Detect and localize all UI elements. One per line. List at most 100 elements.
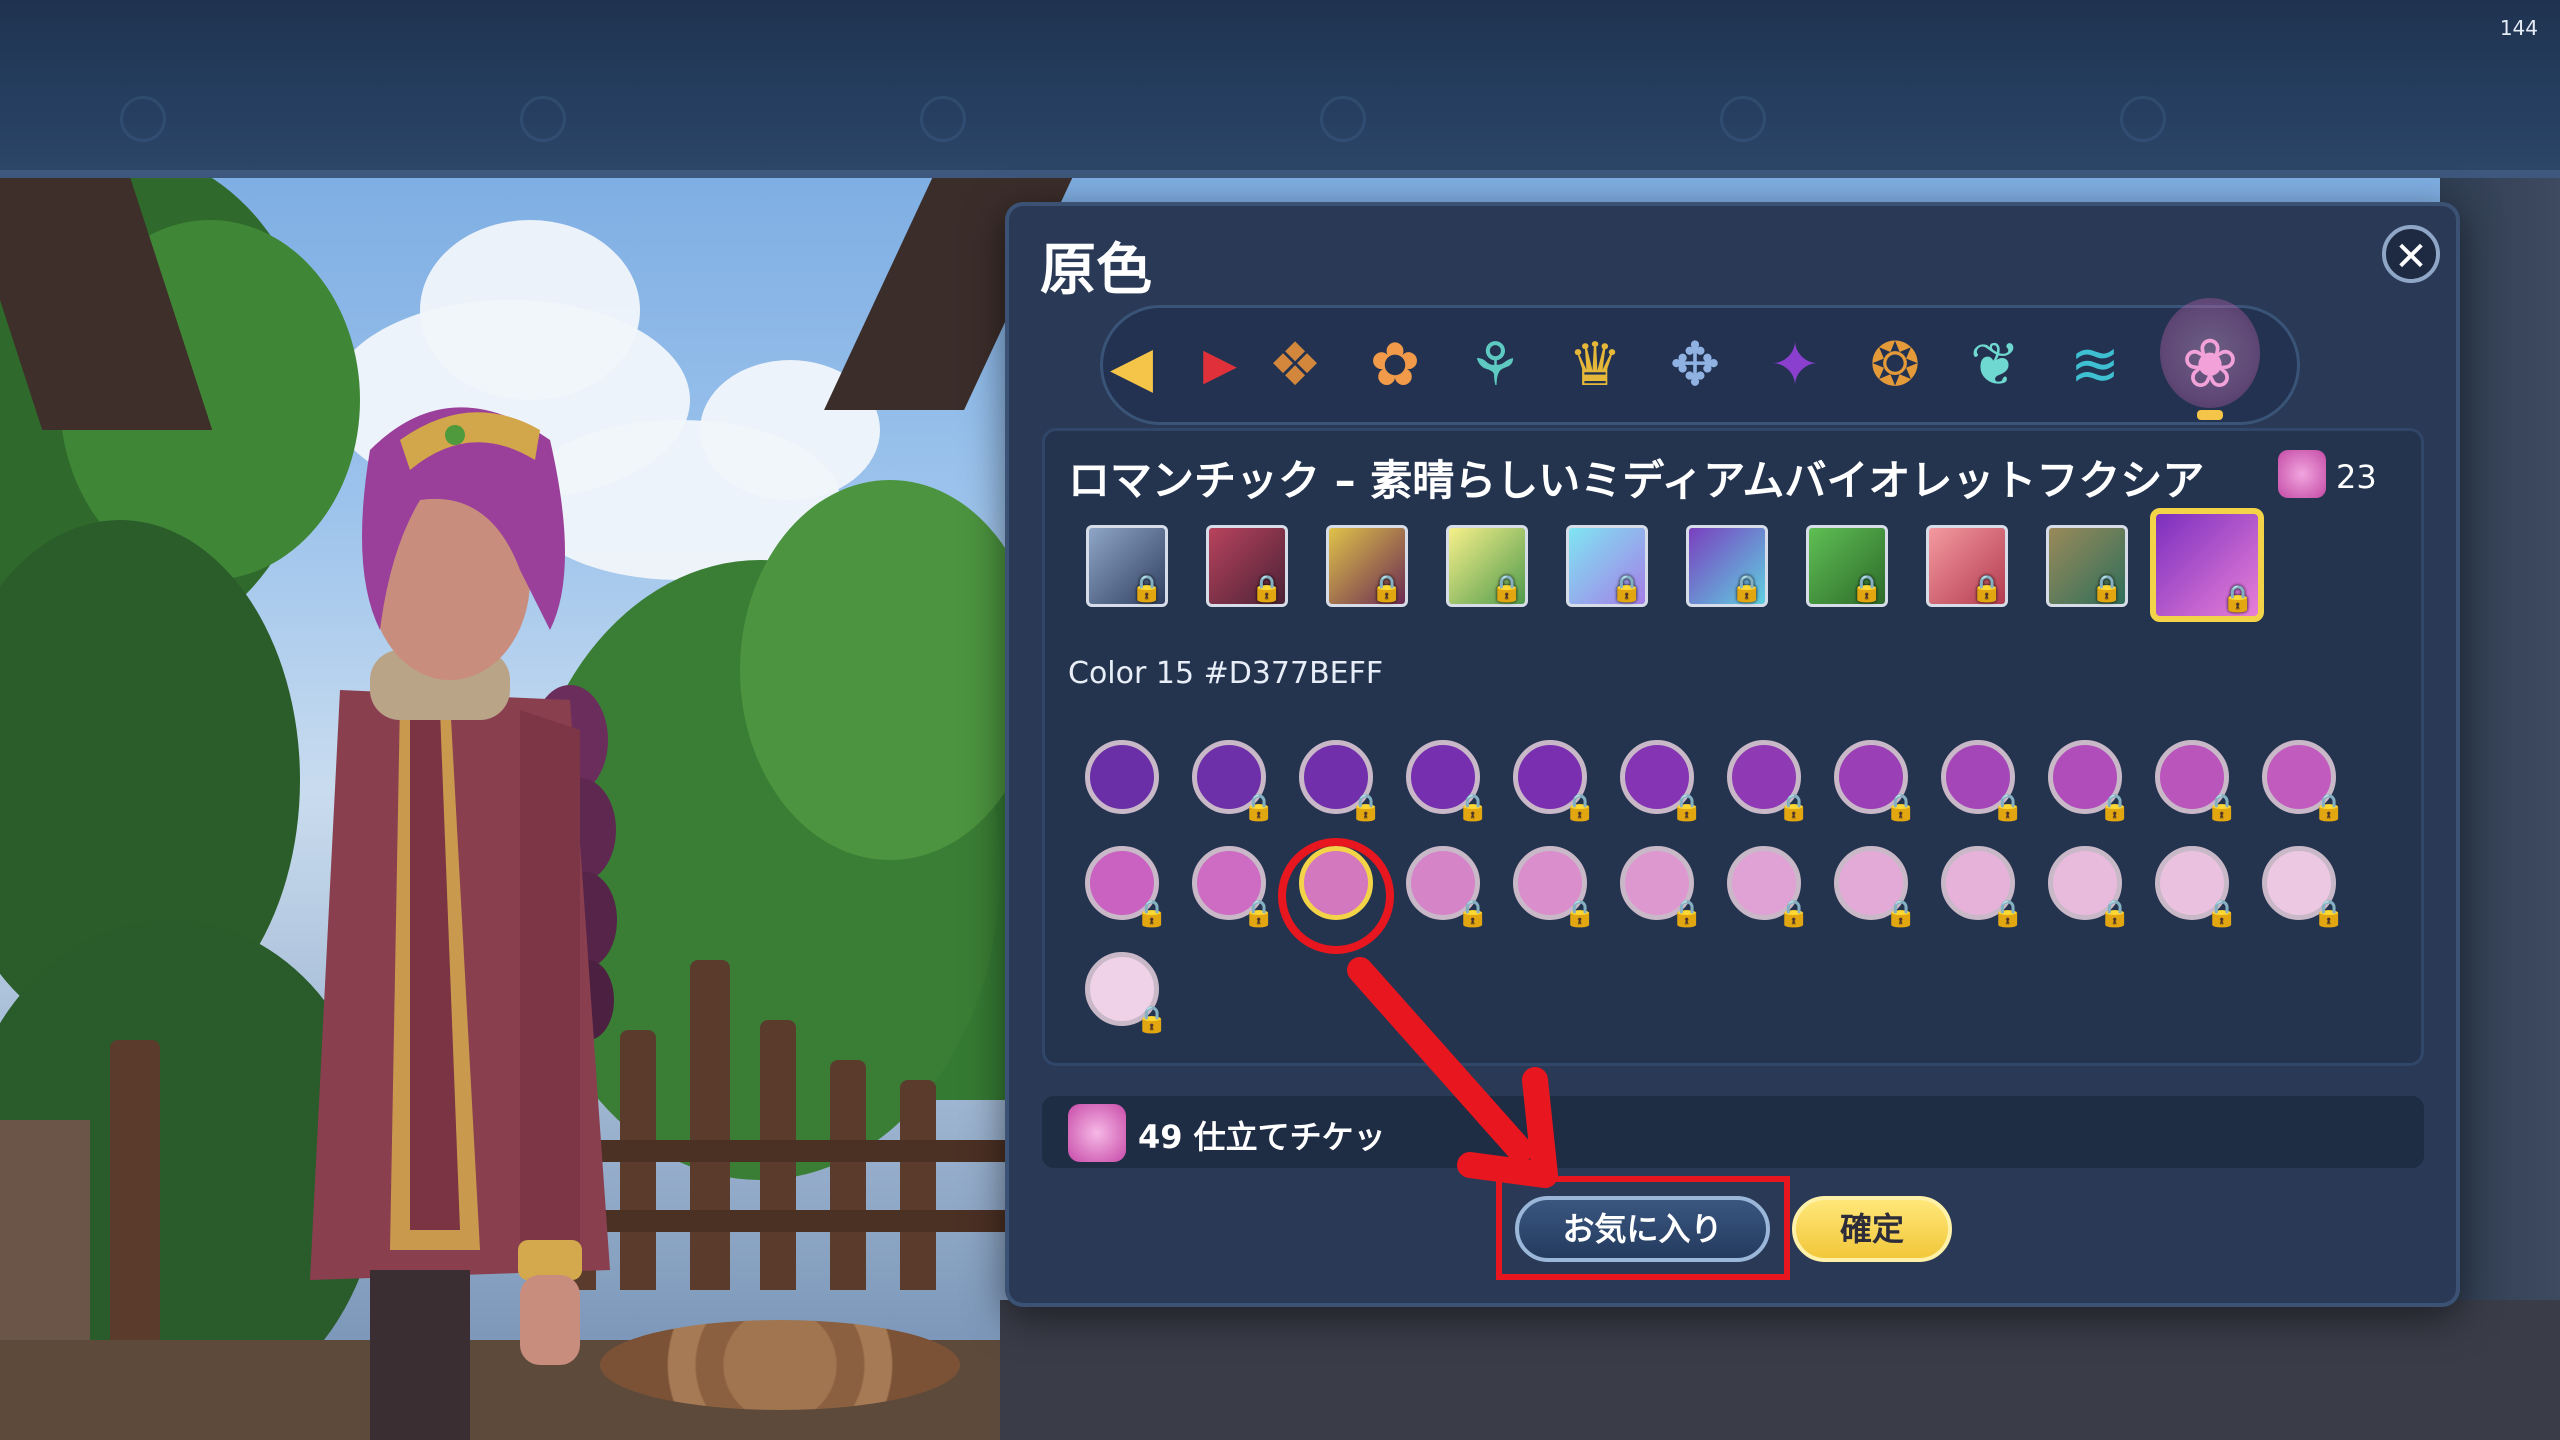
arrow-left-icon[interactable]: ◀ — [1110, 335, 1153, 400]
lock-icon: 🔒 — [1991, 899, 2024, 929]
color-swatch[interactable]: 🔒 — [1620, 846, 1703, 929]
color-swatch[interactable]: 🔒 — [1406, 846, 1489, 929]
lock-icon: 🔒 — [2221, 584, 2254, 614]
category-indicator — [2197, 410, 2223, 420]
palette-swatch[interactable]: 🔒 — [2150, 508, 2264, 622]
palette-swatch[interactable]: 🔒 — [1086, 525, 1168, 607]
favorite-button[interactable]: お気に入り — [1515, 1196, 1770, 1262]
lock-icon: 🔒 — [1670, 899, 1703, 929]
lock-icon: 🔒 — [1884, 899, 1917, 929]
lock-icon: 🔒 — [1242, 899, 1275, 929]
color-swatch[interactable]: 🔒 — [1834, 846, 1917, 929]
palette-swatch[interactable]: 🔒 — [1206, 525, 1288, 607]
lock-icon: 🔒 — [1349, 793, 1382, 823]
ornament-icon — [520, 96, 566, 142]
color-swatch[interactable]: 🔒 — [1085, 846, 1168, 929]
lock-icon: 🔒 — [1250, 574, 1283, 604]
fence-post — [690, 960, 730, 1290]
palette-swatch[interactable]: 🔒 — [1446, 525, 1528, 607]
wave-banner-icon[interactable]: ≋ — [2055, 325, 2135, 405]
sprout-icon[interactable]: ⚘ — [1455, 325, 1535, 405]
annotation-arrow — [1347, 957, 1558, 1188]
lotus-pink-icon[interactable]: ❀ — [2170, 325, 2250, 405]
color-info: Color 15 #D377BEFF — [1068, 656, 1384, 691]
ornament-icon — [1720, 96, 1766, 142]
lock-icon: 🔒 — [1991, 793, 2024, 823]
color-swatch[interactable]: 🔒 — [2155, 846, 2238, 929]
lock-icon: 🔒 — [1370, 574, 1403, 604]
ornament-icon — [120, 96, 166, 142]
lock-icon: 🔒 — [1130, 574, 1163, 604]
close-button[interactable]: ✕ — [2382, 225, 2440, 283]
lock-icon: 🔒 — [1563, 793, 1596, 823]
dialog-title: 原色 — [1040, 238, 1152, 303]
color-swatch[interactable]: 🔒 — [2262, 740, 2345, 823]
bush — [740, 480, 1040, 860]
color-swatch[interactable]: 🔒 — [1727, 740, 1810, 823]
palette-swatch[interactable]: 🔒 — [1326, 525, 1408, 607]
color-swatch[interactable]: 🔒 — [1513, 846, 1596, 929]
tailoring-ticket-icon — [1068, 1104, 1126, 1162]
palette-swatch[interactable]: 🔒 — [1566, 525, 1648, 607]
fence-post — [900, 1080, 936, 1290]
color-swatch[interactable]: 🔒 — [2048, 740, 2131, 823]
color-swatch[interactable]: 🔒 — [1620, 740, 1703, 823]
color-swatch[interactable]: 🔒 — [1513, 740, 1596, 823]
play-triangle-icon[interactable]: ▶ — [1180, 325, 1260, 405]
color-swatch[interactable]: 🔒 — [1941, 740, 2024, 823]
color-swatch[interactable]: 🔒 — [1192, 846, 1275, 929]
lock-icon: 🔒 — [1242, 793, 1275, 823]
lock-icon: 🔒 — [1777, 899, 1810, 929]
colorset-name: ロマンチック – 素晴らしいミディアムバイオレットフクシア — [1068, 456, 2205, 505]
ticket-count: 23 — [2336, 458, 2377, 496]
color-swatch[interactable]: 🔒 — [1192, 740, 1275, 823]
color-swatch[interactable]: 🔒 — [2155, 740, 2238, 823]
lock-icon: 🔒 — [1135, 899, 1168, 929]
lock-icon: 🔒 — [1850, 574, 1883, 604]
lock-icon: 🔒 — [2312, 899, 2345, 929]
fence-post — [830, 1060, 866, 1290]
flame-flower-icon[interactable]: ✿ — [1355, 325, 1435, 405]
palette-swatch[interactable]: 🔒 — [1926, 525, 2008, 607]
color-swatch[interactable]: 🔒 — [1727, 846, 1810, 929]
lock-icon: 🔒 — [1563, 899, 1596, 929]
fps-counter: 144 — [2499, 16, 2538, 40]
lock-icon: 🔒 — [2098, 899, 2131, 929]
crystal-bloom-icon[interactable]: ✥ — [1655, 325, 1735, 405]
lock-icon: 🔒 — [1490, 574, 1523, 604]
lock-icon: 🔒 — [2205, 899, 2238, 929]
lock-icon: 🔒 — [2205, 793, 2238, 823]
color-swatch[interactable]: 🔒 — [1406, 740, 1489, 823]
ornament-icon — [1320, 96, 1366, 142]
color-swatch[interactable]: 🔒 — [1299, 740, 1382, 823]
cat-face-icon[interactable]: ❖ — [1255, 325, 1335, 405]
palette-swatch[interactable]: 🔒 — [1686, 525, 1768, 607]
color-swatch[interactable] — [1085, 740, 1159, 814]
lock-icon: 🔒 — [1970, 574, 2003, 604]
lock-icon: 🔒 — [1456, 793, 1489, 823]
color-swatch[interactable]: 🔒 — [1834, 740, 1917, 823]
player-character — [310, 407, 617, 1440]
lock-icon: 🔒 — [2090, 574, 2123, 604]
color-swatch[interactable]: 🔒 — [2048, 846, 2131, 929]
lock-icon: 🔒 — [1884, 793, 1917, 823]
violet-spirit-icon[interactable]: ✦ — [1755, 325, 1835, 405]
lock-icon: 🔒 — [2098, 793, 2131, 823]
palette-swatch[interactable]: 🔒 — [1806, 525, 1888, 607]
crown-leaf-icon[interactable]: ♛ — [1555, 325, 1635, 405]
fence-post — [110, 1040, 160, 1360]
palette-swatch[interactable]: 🔒 — [2046, 525, 2128, 607]
ground — [1000, 1300, 2560, 1440]
top-banner: 144 — [0, 0, 2560, 178]
close-icon: ✕ — [2394, 234, 2428, 280]
spiral-knot-icon[interactable]: ❂ — [1855, 325, 1935, 405]
color-swatch[interactable]: 🔒 — [2262, 846, 2345, 929]
lock-icon: 🔒 — [1456, 899, 1489, 929]
color-swatch[interactable]: 🔒 — [1085, 952, 1168, 1035]
butterfly-icon[interactable]: ❦ — [1955, 325, 2035, 405]
selected-swatch-highlight — [1278, 838, 1394, 954]
lock-icon: 🔒 — [1730, 574, 1763, 604]
confirm-button[interactable]: 確定 — [1792, 1196, 1952, 1262]
color-swatch[interactable]: 🔒 — [1941, 846, 2024, 929]
lock-icon: 🔒 — [1777, 793, 1810, 823]
